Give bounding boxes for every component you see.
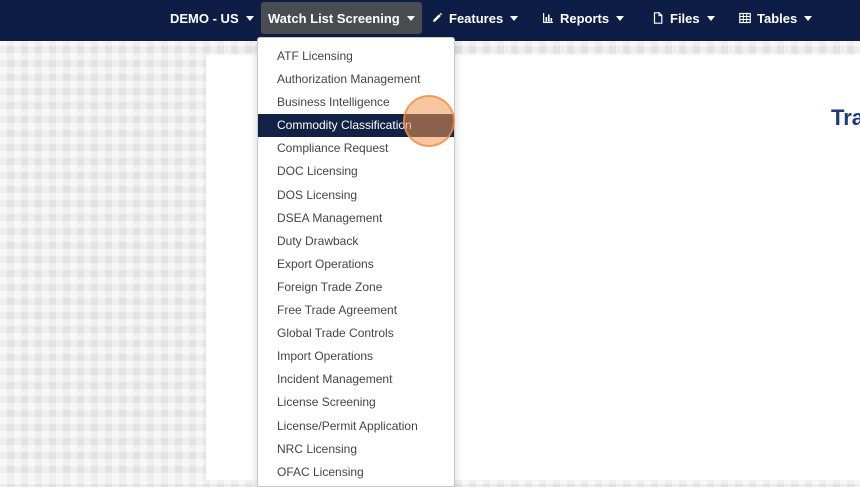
nav-reports[interactable]: Reports: [542, 2, 625, 34]
menu-item-business-intelligence[interactable]: Business Intelligence: [258, 91, 454, 114]
bar-chart-icon: [543, 13, 553, 23]
caret-down-icon: [804, 15, 813, 21]
menu-item-import-operations[interactable]: Import Operations: [258, 345, 454, 368]
nav-reports-label: Reports: [560, 10, 610, 26]
nav-files-label: Files: [670, 10, 700, 26]
menu-item-ofac-licensing[interactable]: OFAC Licensing: [258, 461, 454, 484]
caret-down-icon: [510, 15, 519, 21]
menu-item-duty-drawback[interactable]: Duty Drawback: [258, 230, 454, 253]
table-icon: [739, 12, 751, 24]
menu-item-global-trade-controls[interactable]: Global Trade Controls: [258, 322, 454, 345]
menu-item-incident-management[interactable]: Incident Management: [258, 368, 454, 391]
caret-down-icon: [706, 15, 715, 21]
nav-files[interactable]: Files: [652, 2, 715, 34]
caret-down-icon: [616, 15, 625, 21]
caret-down-icon: [406, 15, 415, 21]
menu-item-atf-licensing[interactable]: ATF Licensing: [258, 45, 454, 68]
menu-item-compliance-request[interactable]: Compliance Request: [258, 137, 454, 160]
menu-item-license-screening[interactable]: License Screening: [258, 391, 454, 414]
menu-item-license-permit-application[interactable]: License/Permit Application: [258, 415, 454, 438]
menu-item-authorization-management[interactable]: Authorization Management: [258, 68, 454, 91]
top-navigation-bar: DEMO - US Watch List Screening Features …: [0, 0, 860, 41]
menu-item-doc-licensing[interactable]: DOC Licensing: [258, 160, 454, 183]
menu-item-export-operations[interactable]: Export Operations: [258, 253, 454, 276]
nav-tables-label: Tables: [757, 10, 798, 26]
menu-item-free-trade-agreement[interactable]: Free Trade Agreement: [258, 299, 454, 322]
nav-features-label: Features: [449, 10, 504, 26]
nav-watch-list-label: Watch List Screening: [268, 10, 400, 26]
nav-features[interactable]: Features: [431, 2, 519, 34]
menu-item-foreign-trade-zone[interactable]: Foreign Trade Zone: [258, 276, 454, 299]
file-icon: [653, 12, 663, 24]
caret-down-icon: [245, 15, 254, 21]
menu-item-dsea-management[interactable]: DSEA Management: [258, 207, 454, 230]
watch-list-dropdown-menu: ATF Licensing Authorization Management B…: [257, 37, 455, 487]
page-title: Tra: [831, 105, 860, 130]
menu-item-commodity-classification[interactable]: Commodity Classification: [258, 114, 454, 138]
nav-watch-list-screening[interactable]: Watch List Screening: [261, 2, 422, 34]
nav-tables[interactable]: Tables: [739, 2, 813, 34]
pencil-icon: [433, 12, 443, 22]
menu-item-nrc-licensing[interactable]: NRC Licensing: [258, 438, 454, 461]
nav-demo-us[interactable]: DEMO - US: [170, 2, 254, 34]
menu-item-dos-licensing[interactable]: DOS Licensing: [258, 184, 454, 207]
nav-demo-us-label: DEMO - US: [170, 10, 239, 26]
